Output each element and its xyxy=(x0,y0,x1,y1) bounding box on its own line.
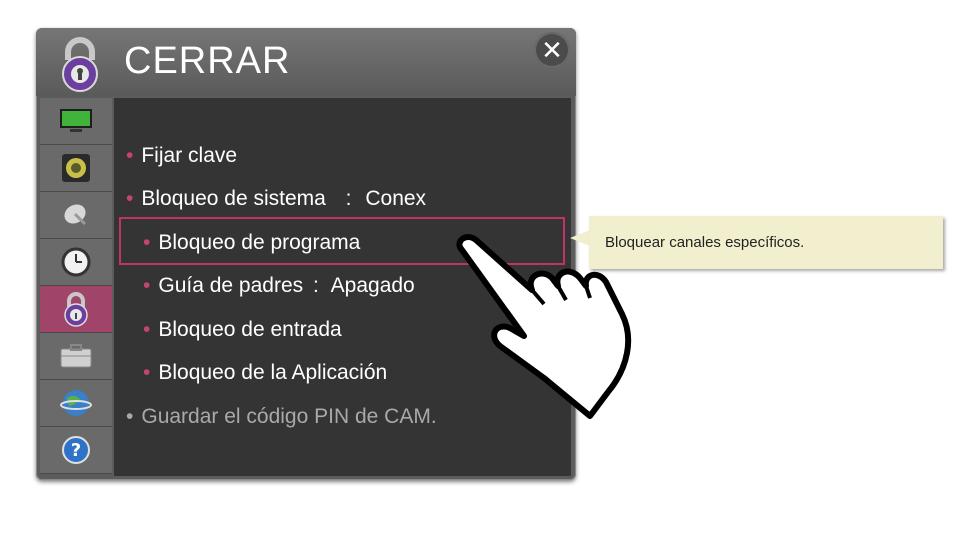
menu-item-value: Conex xyxy=(365,187,427,210)
sidebar-item-support[interactable]: ? xyxy=(40,427,112,474)
separator: : xyxy=(312,274,319,297)
close-button[interactable]: ✕ xyxy=(534,32,570,68)
page-title: CERRAR xyxy=(124,40,291,82)
sidebar-item-options[interactable] xyxy=(40,333,112,380)
lock-icon xyxy=(64,292,88,327)
bullet-icon: • xyxy=(126,144,134,167)
sidebar-item-sound[interactable] xyxy=(40,145,112,192)
separator: : xyxy=(345,187,352,210)
help-icon: ? xyxy=(62,436,90,464)
sidebar-item-picture[interactable] xyxy=(40,98,112,145)
tooltip: Bloquear canales específicos. xyxy=(589,216,943,269)
menu-item-label: Bloqueo de la Aplicación xyxy=(158,361,388,384)
network-globe-icon xyxy=(60,390,92,416)
sidebar-item-network[interactable] xyxy=(40,380,112,427)
menu-item-label: Guardar el código PIN de CAM. xyxy=(141,405,437,428)
menu-item-bloqueo-entrada[interactable]: • Bloqueo de entrada xyxy=(143,318,342,342)
menu-item-bloqueo-aplicacion[interactable]: • Bloqueo de la Aplicación xyxy=(143,361,387,385)
menu-item-label: Guía de padres xyxy=(158,274,304,297)
speaker-icon xyxy=(62,154,90,182)
sidebar: ? xyxy=(40,98,112,476)
svg-text:?: ? xyxy=(71,440,81,461)
bullet-icon: • xyxy=(126,405,134,428)
lock-icon xyxy=(62,37,98,92)
bullet-icon: • xyxy=(126,187,134,210)
menu-item-label: Bloqueo de entrada xyxy=(158,318,342,341)
clock-icon xyxy=(61,247,91,277)
menu-item-guardar-pin: • Guardar el código PIN de CAM. xyxy=(126,405,437,429)
sidebar-item-channels[interactable] xyxy=(40,192,112,239)
menu-item-bloqueo-sistema[interactable]: • Bloqueo de sistema : Conex xyxy=(126,187,426,211)
bullet-icon: • xyxy=(143,274,151,297)
menu-item-value: Apagado xyxy=(330,274,415,297)
toolbox-icon xyxy=(60,344,92,368)
tv-icon xyxy=(60,109,92,132)
bullet-icon: • xyxy=(143,318,151,341)
sidebar-item-time[interactable] xyxy=(40,239,112,286)
pointing-hand-icon xyxy=(456,234,632,419)
menu-item-label: Fijar clave xyxy=(141,144,238,167)
sidebar-item-lock[interactable] xyxy=(40,286,112,333)
menu-item-guia-padres[interactable]: • Guía de padres : Apagado xyxy=(143,274,415,298)
bullet-icon: • xyxy=(143,361,151,384)
satellite-icon xyxy=(64,204,87,226)
menu-item-label: Bloqueo de sistema xyxy=(141,187,326,210)
menu-header: CERRAR ✕ xyxy=(36,28,576,96)
menu-item-fijar-clave[interactable]: • Fijar clave xyxy=(126,144,237,168)
